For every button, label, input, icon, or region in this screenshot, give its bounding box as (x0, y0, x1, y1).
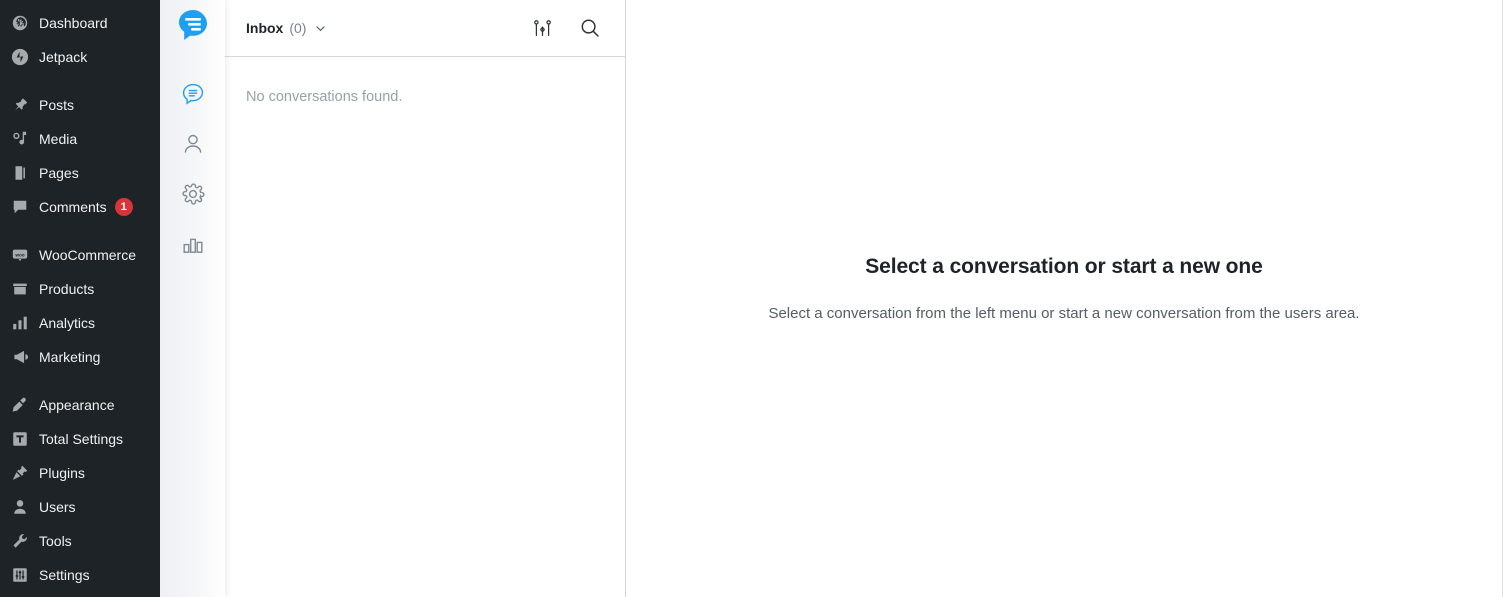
marketing-icon (10, 347, 30, 367)
sidebar-item-appearance[interactable]: Appearance (0, 388, 160, 422)
sidebar-item-label: Posts (39, 97, 75, 113)
conversation-list-header: Inbox (0) (225, 0, 625, 57)
sidebar-item-plugins[interactable]: Plugins (0, 456, 160, 490)
sliders-icon[interactable] (532, 18, 553, 39)
sidebar-item-label: Products (39, 281, 95, 297)
sidebar-separator (0, 374, 160, 388)
sidebar-item-label: Users (39, 499, 76, 515)
conversations-icon (180, 81, 206, 107)
tools-icon (10, 531, 30, 551)
sidebar-separator (0, 224, 160, 238)
user-icon (180, 131, 206, 157)
sidebar-item-label: Appearance (39, 397, 115, 413)
conversation-list-panel: Inbox (0) No conversations found. (225, 0, 626, 597)
sidebar-item-dashboard[interactable]: Dashboard (0, 6, 160, 40)
chat-logo-icon[interactable] (174, 6, 212, 44)
svg-text:woo: woo (14, 252, 24, 257)
gear-icon (180, 181, 206, 207)
wp-admin-sidebar: Dashboard Jetpack Posts Media Pages Comm… (0, 0, 160, 597)
sidebar-item-media[interactable]: Media (0, 122, 160, 156)
admin-screen: Dashboard Jetpack Posts Media Pages Comm… (0, 0, 1503, 597)
appearance-icon (10, 395, 30, 415)
sidebar-item-label: Total Settings (39, 431, 124, 447)
dashboard-icon (10, 13, 30, 33)
sidebar-item-settings[interactable]: Settings (0, 558, 160, 592)
sidebar-item-tools[interactable]: Tools (0, 524, 160, 558)
sidebar-item-users[interactable]: Users (0, 490, 160, 524)
sidebar-item-label: Plugins (39, 465, 85, 481)
settings-icon (10, 565, 30, 585)
sidebar-item-label: Analytics (39, 315, 96, 331)
chevron-down-icon (314, 22, 327, 35)
plugin-icon-rail (160, 0, 225, 597)
comments-icon (10, 197, 30, 217)
rail-item-settings[interactable] (173, 174, 213, 214)
sidebar-item-woocommerce[interactable]: woo WooCommerce (0, 238, 160, 272)
sidebar-item-label: Pages (39, 165, 79, 181)
sidebar-item-label: Settings (39, 567, 90, 583)
main-empty-state: Select a conversation or start a new one… (626, 0, 1503, 597)
empty-state-title: Select a conversation or start a new one (865, 255, 1263, 278)
sidebar-separator (0, 74, 160, 88)
sidebar-item-label: Marketing (39, 349, 101, 365)
rail-item-users[interactable] (173, 124, 213, 164)
woocommerce-icon: woo (10, 245, 30, 265)
total-settings-icon (10, 429, 30, 449)
empty-state-subtitle: Select a conversation from the left menu… (768, 305, 1360, 322)
sidebar-item-label: Media (39, 131, 78, 147)
sidebar-item-pages[interactable]: Pages (0, 156, 160, 190)
sidebar-item-label: Jetpack (39, 49, 88, 65)
sidebar-item-total-settings[interactable]: Total Settings (0, 422, 160, 456)
sidebar-item-products[interactable]: Products (0, 272, 160, 306)
jetpack-icon (10, 47, 30, 67)
inbox-count: (0) (289, 20, 307, 36)
sidebar-item-label: Comments (39, 199, 107, 215)
bar-chart-icon (180, 231, 206, 257)
sidebar-item-analytics[interactable]: Analytics (0, 306, 160, 340)
no-conversations-message: No conversations found. (246, 89, 403, 105)
sidebar-item-label: Dashboard (39, 15, 108, 31)
inbox-selector[interactable]: Inbox (0) (246, 20, 327, 36)
sidebar-item-comments[interactable]: Comments 1 (0, 190, 160, 224)
plugins-icon (10, 463, 30, 483)
comments-badge: 1 (114, 198, 133, 216)
sidebar-item-label: Tools (39, 533, 72, 549)
sidebar-item-posts[interactable]: Posts (0, 88, 160, 122)
rail-item-reports[interactable] (173, 224, 213, 264)
sidebar-item-marketing[interactable]: Marketing (0, 340, 160, 374)
search-icon[interactable] (579, 17, 601, 39)
analytics-icon (10, 313, 30, 333)
pin-icon (10, 95, 30, 115)
media-icon (10, 129, 30, 149)
users-icon (10, 497, 30, 517)
header-actions (532, 17, 601, 39)
rail-item-conversations[interactable] (173, 74, 213, 114)
products-icon (10, 279, 30, 299)
sidebar-item-label: WooCommerce (39, 247, 136, 263)
inbox-label: Inbox (246, 20, 284, 36)
sidebar-item-jetpack[interactable]: Jetpack (0, 40, 160, 74)
pages-icon (10, 163, 30, 183)
